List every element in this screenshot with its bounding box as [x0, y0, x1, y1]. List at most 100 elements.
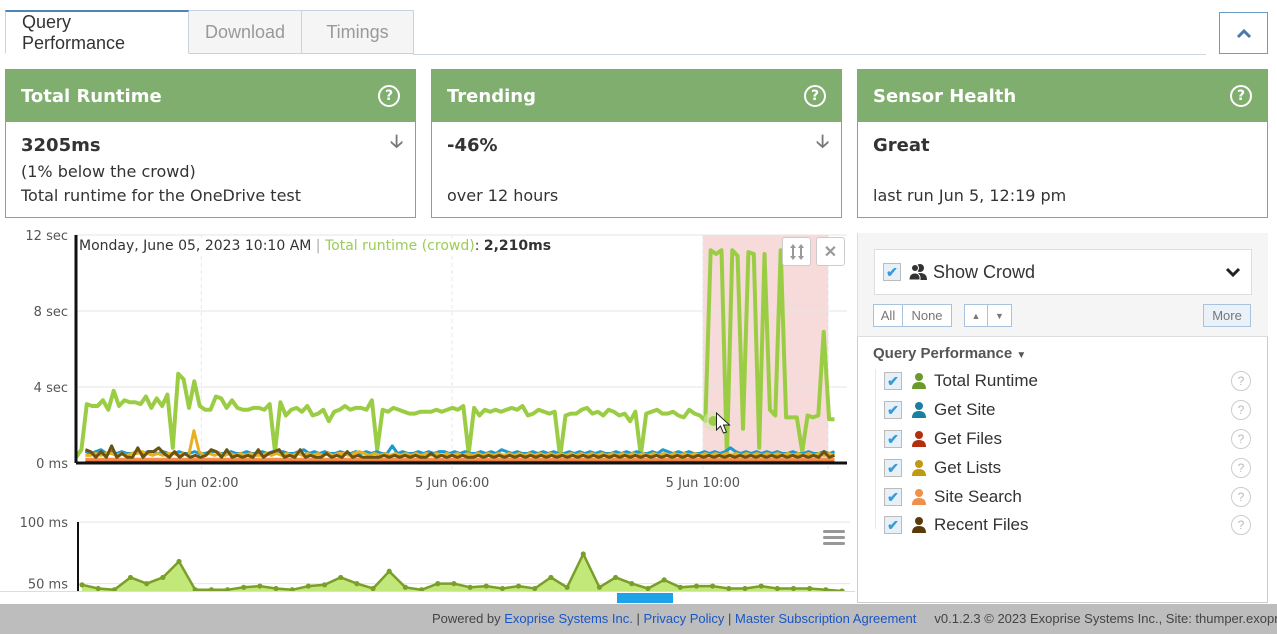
navigator-point — [677, 584, 683, 590]
tooltip-date: Monday, June 05, 2023 10:10 AM — [79, 238, 312, 254]
collapse-button[interactable] — [1219, 12, 1268, 54]
metric-item[interactable]: ✔ Get Site — [884, 398, 995, 422]
navigator-point — [338, 574, 344, 581]
query-performance-chart[interactable]: 0 ms 4 sec 8 sec 12 sec 5 Jun 02:00 5 Jun 06:… — [0, 225, 855, 595]
tab-query-performance[interactable]: Query Performance — [5, 10, 189, 54]
navigator-point — [726, 585, 732, 592]
sensor-health-card: Sensor Health ? Great last run Jun 5, 12… — [857, 69, 1268, 218]
navigator-point — [305, 583, 311, 589]
x-tick-label: 5 Jun 02:00 — [164, 476, 238, 491]
caret-down-icon: ▼ — [995, 310, 1004, 321]
metric-item[interactable]: ✔ Site Search — [884, 485, 1022, 509]
navigator-point — [144, 581, 150, 587]
chart-tooltip: Monday, June 05, 2023 10:10 AM | Total r… — [79, 238, 552, 254]
navigator-point — [661, 577, 667, 583]
last-run: last run Jun 5, 12:19 pm — [873, 186, 1067, 205]
help-icon[interactable]: ? — [1231, 400, 1251, 420]
reset-zoom-button[interactable] — [782, 237, 811, 266]
arrow-down-icon: 🡣 — [390, 131, 403, 152]
tab-timings[interactable]: Timings — [302, 10, 414, 54]
trend-period: over 12 hours — [447, 186, 559, 205]
footer-text: Powered by Exoprise Systems Inc. | Priva… — [432, 611, 1277, 626]
help-icon[interactable]: ? — [1231, 515, 1251, 535]
metric-item[interactable]: ✔ Total Runtime — [884, 369, 1038, 393]
footer: Powered by Exoprise Systems Inc. | Priva… — [0, 604, 1277, 634]
y-tick-label: 12 sec — [25, 229, 68, 244]
caret-down-icon: ▼ — [1016, 350, 1027, 361]
select-all-button[interactable]: All — [873, 304, 903, 327]
main-chart: 0 ms 4 sec 8 sec 12 sec 5 Jun 02:00 5 Jun 06:… — [25, 229, 847, 491]
privacy-policy-link[interactable]: Privacy Policy — [643, 611, 724, 626]
metric-label: Get Site — [934, 400, 996, 419]
close-icon: ✕ — [823, 243, 838, 261]
move-down-button[interactable]: ▼ — [988, 304, 1012, 327]
tab-divider — [413, 54, 1206, 55]
card-title: Total Runtime — [21, 85, 162, 107]
navigator-chart[interactable]: 50 ms 100 ms — [0, 516, 855, 595]
help-icon[interactable]: ? — [804, 85, 826, 107]
show-crowd-label: Show Crowd — [933, 261, 1036, 282]
navigator-point — [532, 585, 538, 592]
help-icon[interactable]: ? — [1230, 85, 1252, 107]
navigator-point — [241, 584, 247, 590]
navigator-point — [515, 583, 522, 589]
metric-item[interactable]: ✔ Recent Files — [884, 513, 1028, 537]
runtime-value: 3205ms — [21, 135, 101, 156]
navigator-point — [693, 583, 700, 589]
help-icon[interactable]: ? — [378, 85, 400, 107]
chevron-down-icon — [1225, 267, 1241, 278]
select-none-button[interactable]: None — [903, 304, 952, 327]
powered-by-text: Powered by — [432, 611, 505, 626]
navigator-point — [273, 585, 279, 592]
metric-checkbox[interactable]: ✔ — [884, 372, 902, 390]
msa-link[interactable]: Master Subscription Agreement — [735, 611, 916, 626]
card-header: Trending ? — [432, 70, 841, 122]
card-description: Total runtime for the OneDrive test — [21, 186, 302, 205]
navigator-point — [548, 574, 554, 581]
navigator-point — [790, 585, 797, 592]
metric-checkbox[interactable]: ✔ — [884, 516, 902, 534]
y-tick-label: 8 sec — [34, 305, 68, 320]
query-performance-group-toggle[interactable]: Query Performance ▼ — [873, 345, 1026, 362]
metric-checkbox[interactable]: ✔ — [884, 401, 902, 419]
tab-download[interactable]: Download — [189, 10, 302, 54]
metric-label: Get Lists — [934, 458, 1002, 477]
show-crowd-checkbox[interactable]: ✔ — [883, 263, 901, 281]
group-title: Query Performance — [873, 345, 1013, 362]
crowd-comparison: (1% below the crowd) — [21, 162, 196, 181]
help-icon[interactable]: ? — [1231, 429, 1251, 449]
y-tick-label: 4 sec — [34, 381, 68, 396]
y-tick-label: 100 ms — [20, 516, 69, 531]
move-up-button[interactable]: ▲ — [964, 304, 988, 327]
navigator-point — [451, 581, 457, 587]
navigator-point — [774, 585, 780, 592]
card-body: -46% over 12 hours 🡣 — [432, 122, 841, 218]
metric-checkbox[interactable]: ✔ — [884, 430, 902, 448]
metric-checkbox[interactable]: ✔ — [884, 488, 902, 506]
navigator-point — [257, 583, 263, 589]
tooltip-colon: : — [474, 238, 484, 254]
more-button[interactable]: More — [1203, 304, 1251, 327]
help-icon[interactable]: ? — [1231, 458, 1251, 478]
chart-menu-icon[interactable] — [823, 530, 845, 546]
show-crowd-dropdown[interactable]: ✔ Show Crowd — [874, 249, 1252, 295]
version-text: v0.1.2.3 © 2023 Exoprise Systems Inc., S… — [934, 611, 1277, 626]
metric-label: Total Runtime — [934, 371, 1038, 390]
navigator-point — [580, 551, 586, 557]
footer-sep: | — [632, 611, 644, 626]
company-link[interactable]: Exoprise Systems Inc. — [504, 611, 633, 626]
navigator-point — [645, 585, 651, 592]
metric-item[interactable]: ✔ Get Lists — [884, 456, 1001, 480]
close-button[interactable]: ✕ — [816, 237, 845, 266]
help-icon[interactable]: ? — [1231, 371, 1251, 391]
metric-item[interactable]: ✔ Get Files — [884, 427, 1002, 451]
navigator-point — [758, 583, 764, 589]
scroll-indicator[interactable] — [617, 593, 673, 603]
help-icon[interactable]: ? — [1231, 487, 1251, 507]
metric-label: Recent Files — [934, 515, 1029, 534]
metric-checkbox[interactable]: ✔ — [884, 459, 902, 477]
person-icon — [912, 517, 926, 533]
metric-label: Get Files — [934, 429, 1003, 448]
navigator-point — [435, 581, 441, 587]
